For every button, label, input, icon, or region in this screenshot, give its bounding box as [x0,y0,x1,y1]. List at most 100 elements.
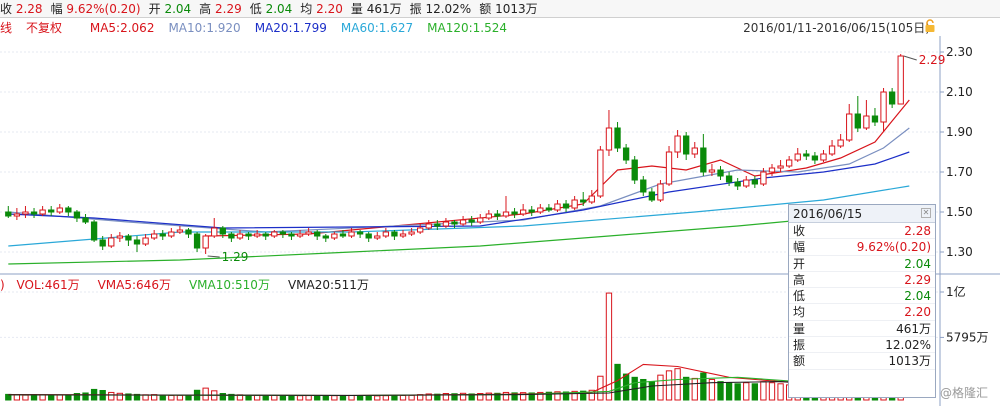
price-tick-label: 1.50 [946,205,973,219]
candle-down [90,221,98,241]
candle-down [528,209,535,213]
volume-bar [502,391,510,401]
info-label: 高 [793,272,806,287]
info-row: 开 2.04 [789,256,935,272]
candle-down [73,211,81,219]
info-panel-rows: 收 2.28 幅 9.62%(0.20) 开 2.04 高 2.29 低 2.04 均 2.20 量 46… [789,223,935,370]
volume-bar [271,394,278,401]
candle-up [417,227,424,233]
candle-down [434,223,441,227]
ma-line-ma10 [8,127,910,233]
volume-bar [296,395,304,401]
volume-bar [56,394,63,401]
volume-bar [700,372,707,401]
info-label: 幅 [793,240,806,255]
info-value: 2.20 [904,305,931,320]
close-icon[interactable]: ✕ [921,208,931,218]
info-row: 振 12.02% [789,337,935,354]
candle-down [451,221,458,225]
candle-up [597,149,604,197]
info-label: 均 [793,305,806,320]
info-value: 2.04 [904,256,931,271]
info-value: 2.04 [904,289,931,304]
ma-line-ma20 [8,151,910,229]
candle-down [339,233,347,237]
candle-up [39,209,46,215]
candle-up [828,145,836,155]
price-tick-label: 2.30 [946,45,973,59]
candle-up [537,207,544,213]
volume-bar [288,395,295,401]
volume-bar [65,395,72,401]
candle-down [888,91,896,105]
info-label: 收 [793,224,806,238]
info-row: 收 2.28 [789,223,935,240]
info-label: 低 [793,289,806,304]
candle-down [468,219,475,223]
candle-up [116,235,124,239]
volume-bar [648,381,656,401]
volume-bar [683,376,690,401]
candle-down [193,233,201,249]
volume-bar [22,394,29,401]
candle-down [125,235,132,241]
candle-up [348,231,355,237]
volume-bar [348,394,355,401]
volume-bar [768,382,776,401]
candle-up [296,233,304,237]
info-row: 低 2.04 [789,288,935,305]
candle-down [622,147,630,161]
candle-down [365,233,372,239]
volume-bar [717,381,724,401]
info-row: 幅 9.62%(0.20) [789,239,935,256]
candle-down [871,115,879,123]
candle-down [494,213,501,217]
candle-up [502,211,510,217]
watermark: @格隆汇 [940,386,989,400]
candle-up [785,159,793,167]
volume-bar [391,395,398,401]
volume-bar [305,395,312,401]
volume-bar [39,394,46,401]
volume-bar [48,394,55,401]
candle-up [56,207,63,213]
price-tick-label: 1.90 [946,125,973,139]
candle-up [777,165,784,169]
volume-bar [691,377,698,401]
candle-up [477,217,484,223]
candle-up [374,235,381,239]
price-tick-label: 1.30 [946,245,973,259]
high-annotation: 2.29 [919,53,946,67]
ma-line-ma120 [8,207,910,265]
candle-up [820,153,827,161]
candle-down [185,229,192,235]
candle-down [99,239,106,247]
candle-up [519,209,527,215]
candle-up [168,231,175,237]
candle-down [322,235,329,239]
info-label: 开 [793,256,806,271]
candle-down [133,239,141,245]
candle-up [554,203,561,211]
candle-down [811,155,819,161]
candle-up [408,231,415,235]
volume-bar [159,394,166,401]
candle-up [253,233,261,237]
candle-up [22,211,29,215]
candle-up [142,237,149,245]
volume-bar [725,382,733,401]
volume-bar [751,383,758,401]
volume-bar [331,395,338,401]
volume-bar [760,381,767,401]
info-row: 额 1013万 [789,353,935,370]
candle-up [271,231,278,237]
candle-up [760,171,767,185]
daily-info-panel: 2016/06/15 ✕ 收 2.28 幅 9.62%(0.20) 开 2.04 高 2.29… [788,204,936,398]
candle-up [897,55,904,105]
info-value: 2.28 [904,224,931,238]
candle-up [768,167,776,173]
price-tick-label: 1.70 [946,165,973,179]
candle-up [571,199,578,209]
candle-down [717,169,724,177]
volume-bar [116,392,124,401]
